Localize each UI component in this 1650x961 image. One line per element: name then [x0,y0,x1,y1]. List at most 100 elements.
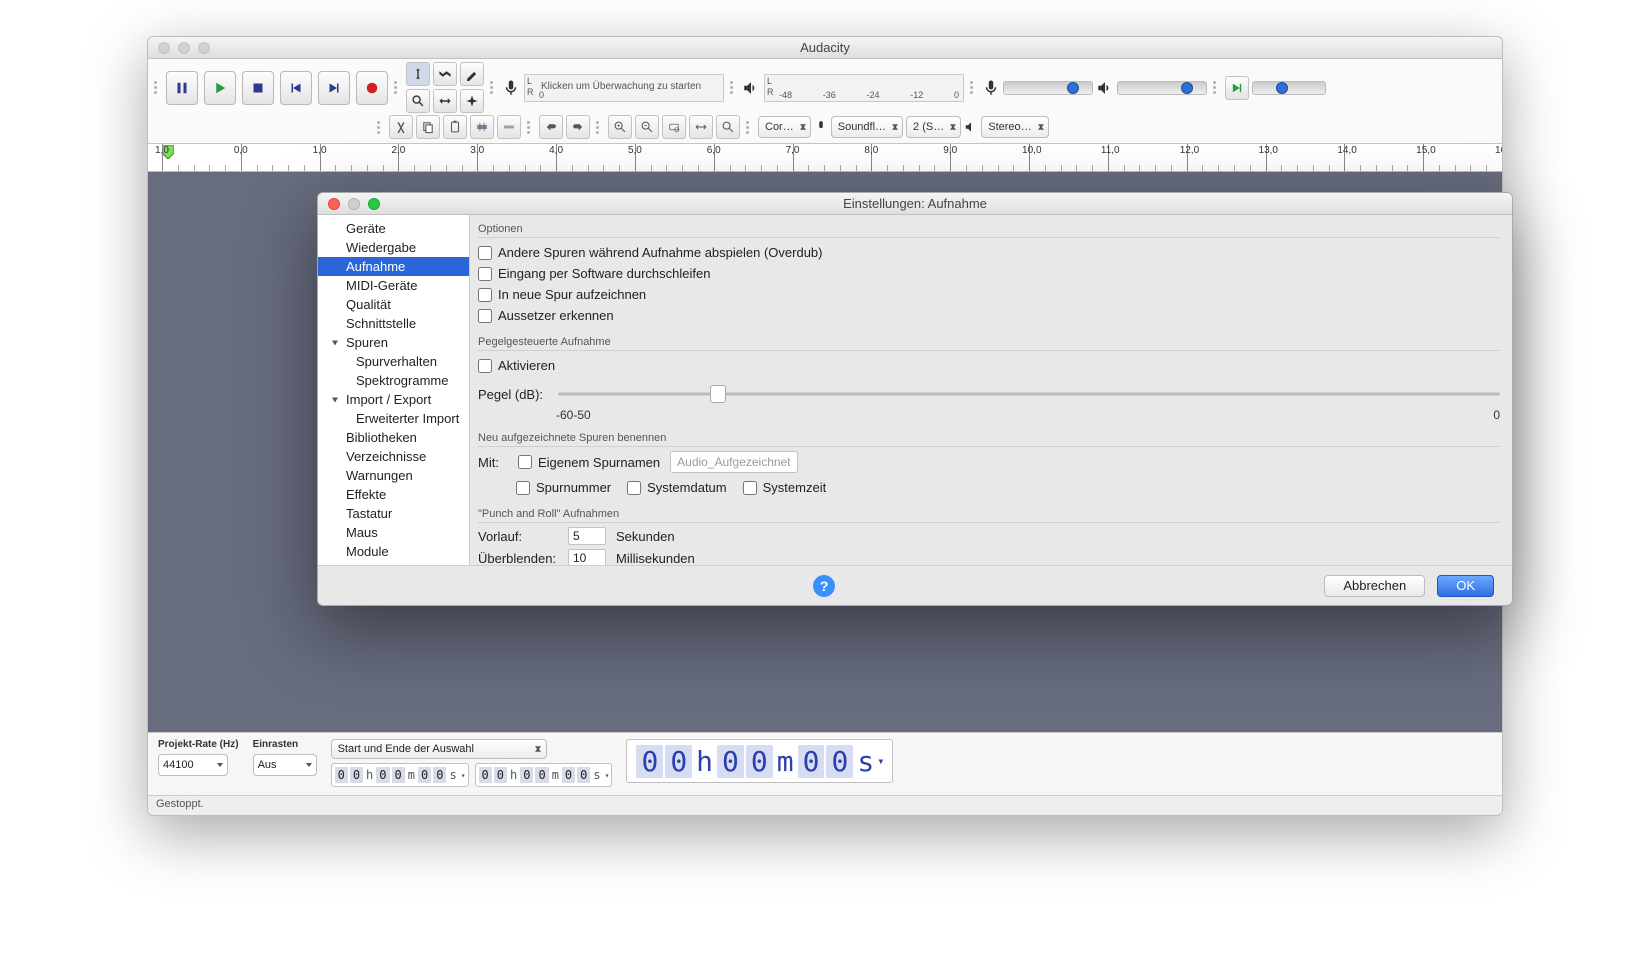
mic-icon[interactable] [502,79,520,97]
copy-button[interactable] [416,115,440,139]
sidebar-item-spurverhalten[interactable]: Spurverhalten [318,352,469,371]
selection-start-time[interactable]: 00h 00m 00s▾ [331,763,469,787]
selection-mode-select[interactable]: Start und Ende der Auswahl [331,739,547,759]
skip-fwd-icon [325,79,343,97]
playback-speed-slider[interactable] [1252,81,1326,95]
trim-button[interactable] [470,115,494,139]
window-title: Audacity [148,40,1502,55]
timeshift-tool[interactable] [433,89,457,113]
preroll-input[interactable]: 5 [568,527,606,545]
zoom-tool-icon [411,94,425,108]
input-device-select[interactable]: Soundfl… [831,116,903,138]
naming-name-input[interactable]: Audio_Aufgezeichnet [670,451,798,473]
sidebar-item-module[interactable]: Module [318,542,469,561]
option-overdub[interactable]: Andere Spuren während Aufnahme abspielen… [478,242,1500,263]
copy-icon [421,120,435,134]
cut-button[interactable] [389,115,413,139]
draw-tool[interactable] [460,62,484,86]
envelope-tool[interactable] [433,62,457,86]
sidebar-item-qualit-t[interactable]: Qualität [318,295,469,314]
naming-own-check[interactable]: Eigenem Spurnamen [518,452,660,473]
pause-button[interactable] [166,71,198,105]
zoom-sel-button[interactable] [662,115,686,139]
level-slider[interactable] [558,384,1500,404]
sidebar-item-verzeichnisse[interactable]: Verzeichnisse [318,447,469,466]
paste-button[interactable] [443,115,467,139]
preferences-dialog: Einstellungen: Aufnahme GeräteWiedergabe… [317,192,1513,606]
skip-start-button[interactable] [280,71,312,105]
ok-button[interactable]: OK [1437,575,1494,597]
section-punch-title: "Punch and Roll" Aufnahmen [478,504,1500,523]
crossfade-unit: Millisekunden [616,551,695,566]
zoom-window-icon[interactable] [368,198,380,210]
zoom-toggle-button[interactable] [716,115,740,139]
record-volume-slider[interactable] [1003,81,1093,95]
play-meter[interactable]: LR -48 -36 -24 -12 0 [764,74,964,102]
option-detect-droputs[interactable]: Aussetzer erkennen [478,305,1500,326]
preroll-label: Vorlauf: [478,529,558,544]
sidebar-item-import-export[interactable]: Import / Export [318,390,469,409]
naming-tracknum-check[interactable]: Spurnummer [516,477,611,498]
zoom-tool[interactable] [406,89,430,113]
sidebar-item-midi-ger-te[interactable]: MIDI-Geräte [318,276,469,295]
titlebar: Audacity [148,37,1502,59]
snap-select[interactable]: Aus [253,754,317,776]
play-at-speed-button[interactable] [1225,76,1249,100]
sidebar-item-schnittstelle[interactable]: Schnittstelle [318,314,469,333]
zoom-out-button[interactable] [635,115,659,139]
audio-host-select[interactable]: Cor… [758,116,811,138]
undo-button[interactable] [539,115,563,139]
crossfade-input[interactable]: 10 [568,549,606,565]
skip-end-button[interactable] [318,71,350,105]
sidebar-item-spektrogramme[interactable]: Spektrogramme [318,371,469,390]
close-window-icon[interactable] [158,42,170,54]
stop-icon [249,79,267,97]
prefs-content: Optionen Andere Spuren während Aufnahme … [470,215,1512,565]
zoom-window-icon[interactable] [198,42,210,54]
cancel-button[interactable]: Abbrechen [1324,575,1425,597]
sidebar-item-maus[interactable]: Maus [318,523,469,542]
sidebar-item-spuren[interactable]: Spuren [318,333,469,352]
zoom-fit-button[interactable] [689,115,713,139]
silence-button[interactable] [497,115,521,139]
record-meter[interactable]: LR Klicken um Überwachung zu starten 0 [524,74,724,102]
sidebar-item-wiedergabe[interactable]: Wiedergabe [318,238,469,257]
sidebar-item-effekte[interactable]: Effekte [318,485,469,504]
level-enable-check[interactable]: Aktivieren [478,355,1500,376]
skip-back-icon [287,79,305,97]
selection-end-time[interactable]: 00h 00m 00s▾ [475,763,613,787]
stop-button[interactable] [242,71,274,105]
option-software-playthrough[interactable]: Eingang per Software durchschleifen [478,263,1500,284]
mic-icon [982,79,1000,97]
naming-systime-check[interactable]: Systemzeit [743,477,827,498]
speaker-icon[interactable] [742,79,760,97]
sidebar-item-aufnahme[interactable]: Aufnahme [318,257,469,276]
sidebar-item-tastatur[interactable]: Tastatur [318,504,469,523]
input-channels-select[interactable]: 2 (S… [906,116,961,138]
redo-button[interactable] [566,115,590,139]
audio-position-display[interactable]: 00h 00m 00s▾ [626,739,893,783]
redo-icon [571,120,585,134]
snap-label: Einrasten [253,739,317,750]
mic-icon [814,120,828,134]
sidebar-item-ger-te[interactable]: Geräte [318,219,469,238]
selection-tool[interactable] [406,62,430,86]
playback-volume-slider[interactable] [1117,81,1207,95]
zoom-in-button[interactable] [608,115,632,139]
project-rate-label: Projekt-Rate (Hz) [158,739,239,750]
help-button[interactable]: ? [813,575,835,597]
option-new-track[interactable]: In neue Spur aufzeichnen [478,284,1500,305]
minimize-window-icon[interactable] [178,42,190,54]
sidebar-item-erweiterter-import[interactable]: Erweiterter Import [318,409,469,428]
output-device-select[interactable]: Stereo… [981,116,1048,138]
sidebar-item-warnungen[interactable]: Warnungen [318,466,469,485]
multi-tool[interactable] [460,89,484,113]
timeline-ruler[interactable]: 1,00,01,02,03,04,05,06,07,08,09,010,011,… [148,144,1502,172]
naming-with-label: Mit: [478,455,508,470]
play-button[interactable] [204,71,236,105]
record-button[interactable] [356,71,388,105]
close-icon[interactable] [328,198,340,210]
sidebar-item-bibliotheken[interactable]: Bibliotheken [318,428,469,447]
naming-sysdate-check[interactable]: Systemdatum [627,477,726,498]
project-rate-input[interactable]: 44100 [158,754,228,776]
